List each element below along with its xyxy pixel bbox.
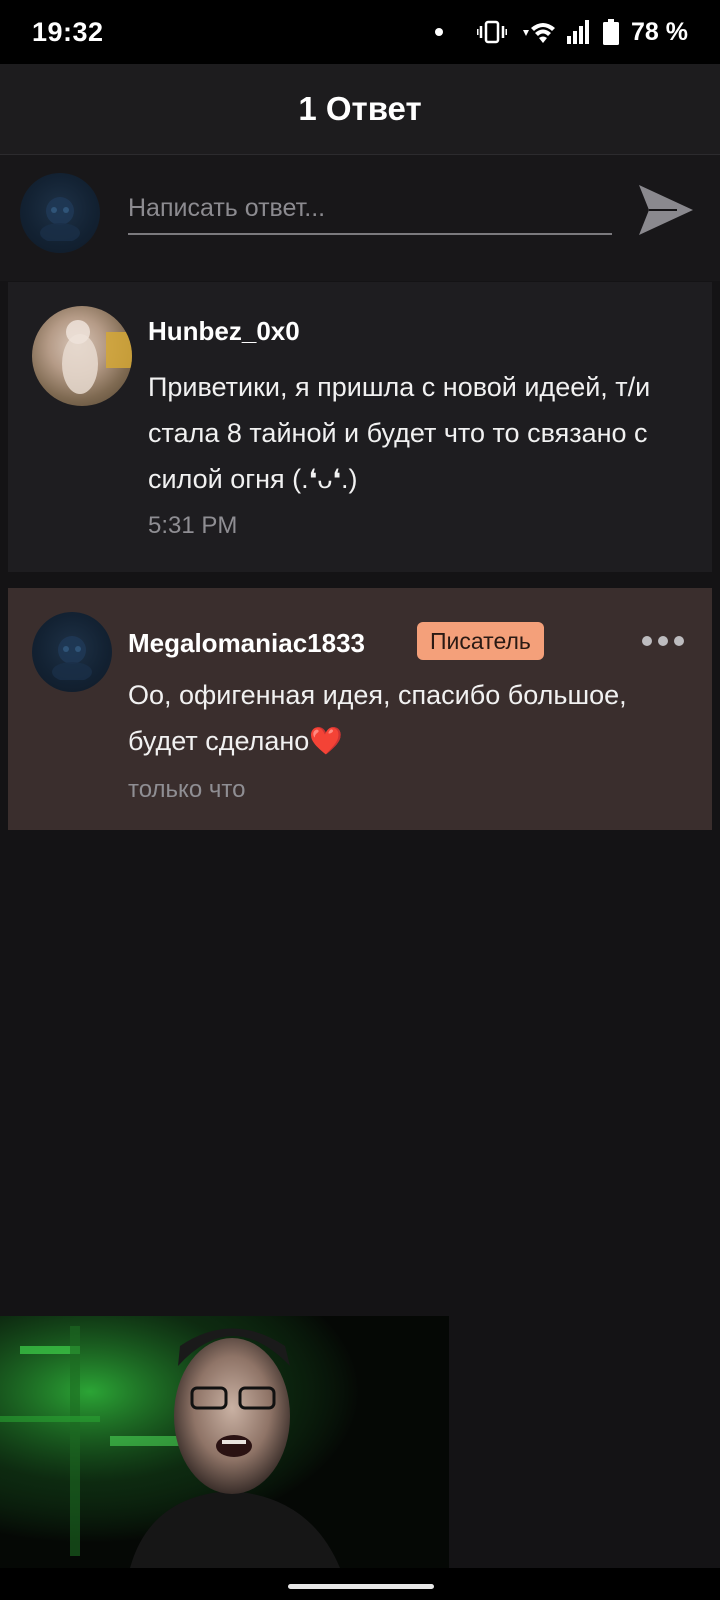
reply-comment: Megalomaniac1833 Писатель Оо, офигенная …: [8, 588, 712, 830]
original-comment: Hunbez_0x0 Приветики, я пришла с новой и…: [8, 282, 712, 572]
default-avatar-icon: [52, 636, 92, 680]
reply-username[interactable]: Megalomaniac1833: [128, 628, 365, 659]
status-time: 19:32: [32, 16, 104, 47]
comment-username[interactable]: Hunbez_0x0: [148, 316, 300, 347]
battery-percentage: 78 %: [631, 17, 688, 46]
video-overlay[interactable]: [0, 1316, 449, 1568]
more-options-button[interactable]: [642, 636, 684, 646]
status-icons: 78 %: [435, 18, 688, 47]
reply-composer: [0, 155, 720, 281]
current-user-avatar: [20, 173, 100, 253]
notification-dot-icon: [435, 28, 444, 36]
vibrate-icon: [477, 20, 508, 44]
megalomaniac-avatar[interactable]: [32, 612, 112, 692]
default-avatar-icon: [40, 197, 80, 241]
writer-badge: Писатель: [417, 622, 544, 660]
home-indicator[interactable]: [288, 1584, 434, 1589]
page-title: 1 Ответ: [298, 90, 422, 127]
send-icon: [639, 185, 693, 235]
comment-timestamp: 5:31 PM: [148, 512, 238, 539]
avatar-photo-icon: [62, 320, 132, 394]
reply-text: Оо, офигенная идея, спасибо большое, буд…: [128, 680, 627, 756]
signal-icon: [567, 20, 591, 44]
top-app-bar: 1 Ответ: [0, 64, 720, 155]
more-horizontal-icon: [642, 636, 652, 646]
wifi-icon: [519, 20, 556, 44]
send-button[interactable]: [636, 180, 696, 240]
reply-input[interactable]: [128, 183, 612, 235]
video-frame-image: [0, 1316, 449, 1568]
comment-text: Приветики, я пришла с новой идеей, т/и с…: [148, 372, 651, 494]
status-bar: 19:32 78 %: [0, 0, 720, 64]
battery-icon: [603, 19, 620, 45]
hunbez-avatar[interactable]: [32, 306, 132, 406]
reply-timestamp: только что: [128, 776, 246, 803]
